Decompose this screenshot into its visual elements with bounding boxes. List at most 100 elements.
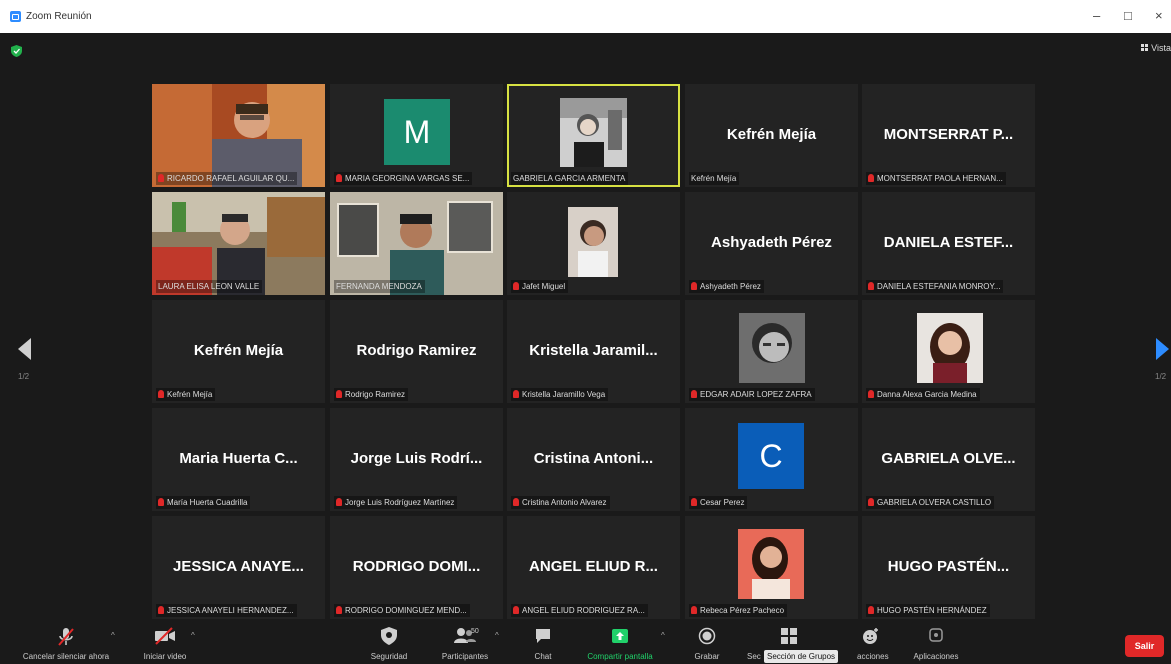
unmute-label: Cancelar silenciar ahora xyxy=(22,652,110,661)
participant-display-name: Cristina Antoni... xyxy=(533,450,654,467)
view-button-label: Vista xyxy=(1151,43,1171,53)
participant-display-name: Jorge Luis Rodrí... xyxy=(350,450,483,467)
page-indicator-right: 1/2 xyxy=(1155,372,1167,381)
participant-tile[interactable]: FERNANDA MENDOZA xyxy=(330,192,503,295)
participant-name: Ashyadeth Pérez xyxy=(700,282,761,291)
participant-tile[interactable]: Cristina Antoni... Cristina Antonio Alva… xyxy=(507,408,680,511)
participant-tile-active-speaker[interactable]: GABRIELA GARCIA ARMENTA xyxy=(507,84,680,187)
participant-tile[interactable]: HUGO PASTÉN... HUGO PASTÉN HERNÁNDEZ xyxy=(862,516,1035,619)
leave-meeting-button[interactable]: Salir xyxy=(1125,635,1164,657)
participant-tile[interactable]: Kefrén Mejía Kefrén Mejía xyxy=(685,84,858,187)
title-bar: Zoom Reunión – □ × xyxy=(0,0,1171,33)
participant-name: Jafet Miguel xyxy=(522,282,566,291)
participant-profile-photo xyxy=(738,529,804,599)
muted-mic-icon xyxy=(691,498,697,506)
participant-tile[interactable]: MONTSERRAT P... MONTSERRAT PAOLA HERNAN.… xyxy=(862,84,1035,187)
breakout-rooms-button[interactable] xyxy=(779,627,799,650)
share-screen-icon xyxy=(612,629,628,643)
next-page-arrow-icon[interactable] xyxy=(1156,338,1170,360)
breakout-rooms-label: Sec xyxy=(747,652,761,661)
window-title: Zoom Reunión xyxy=(26,11,92,22)
participant-name: Kristella Jaramillo Vega xyxy=(522,390,606,399)
muted-microphone-icon xyxy=(58,628,74,646)
participant-name: HUGO PASTÉN HERNÁNDEZ xyxy=(877,606,987,615)
muted-mic-icon xyxy=(868,174,874,182)
participant-tile[interactable]: Jorge Luis Rodrí... Jorge Luis Rodríguez… xyxy=(330,408,503,511)
muted-mic-icon xyxy=(158,390,164,398)
video-options-caret-icon[interactable]: ^ xyxy=(191,631,195,640)
participant-tile[interactable]: Danna Alexa Garcia Medina xyxy=(862,300,1035,403)
reactions-button[interactable] xyxy=(861,627,881,650)
start-video-button[interactable]: Iniciar video xyxy=(144,627,186,661)
participant-tile[interactable]: GABRIELA OLVE... GABRIELA OLVERA CASTILL… xyxy=(862,408,1035,511)
participant-name: GABRIELA OLVERA CASTILLO xyxy=(877,498,992,507)
view-button[interactable]: Vista xyxy=(1140,43,1171,53)
reactions-smiley-icon xyxy=(863,628,878,644)
participant-profile-photo xyxy=(739,313,805,383)
participant-tile[interactable]: Kristella Jaramil... Kristella Jaramillo… xyxy=(507,300,680,403)
participant-display-name: GABRIELA OLVE... xyxy=(881,450,1016,467)
participant-tile[interactable]: LAURA ELISA LEON VALLE xyxy=(152,192,325,295)
participants-options-caret-icon[interactable]: ^ xyxy=(495,631,499,640)
minimize-button[interactable]: – xyxy=(1093,8,1100,23)
muted-mic-icon xyxy=(513,282,519,290)
apps-icon xyxy=(929,628,943,642)
participant-name: Kefrén Mejía xyxy=(691,174,737,183)
participant-tile[interactable]: Kefrén Mejía Kefrén Mejía xyxy=(152,300,325,403)
participant-tile[interactable]: Maria Huerta C... María Huerta Cuadrilla xyxy=(152,408,325,511)
participant-tile[interactable]: JESSICA ANAYE... JESSICA ANAYELI HERNAND… xyxy=(152,516,325,619)
participant-name: Rebeca Pérez Pacheco xyxy=(700,606,785,615)
share-screen-button[interactable]: Compartir pantalla xyxy=(587,627,653,661)
participant-name: María Huerta Cuadrilla xyxy=(167,498,248,507)
participants-label: Participantes xyxy=(441,652,489,661)
reactions-label: acciones xyxy=(857,652,889,661)
muted-mic-icon xyxy=(691,606,697,614)
muted-mic-icon xyxy=(336,174,342,182)
participant-name: MONTSERRAT PAOLA HERNAN... xyxy=(877,174,1003,183)
participant-display-name: HUGO PASTÉN... xyxy=(887,558,1010,575)
participant-tile[interactable]: Jafet Miguel xyxy=(507,192,680,295)
participant-tile[interactable]: RICARDO RAFAEL AGUILAR QU... xyxy=(152,84,325,187)
participant-tile[interactable]: EDGAR ADAIR LOPEZ ZAFRA xyxy=(685,300,858,403)
previous-page-arrow-icon[interactable] xyxy=(18,338,32,360)
participant-profile-photo xyxy=(560,98,627,167)
participant-tile[interactable]: RODRIGO DOMI... RODRIGO DOMINGUEZ MEND..… xyxy=(330,516,503,619)
participant-tile[interactable]: Rodrigo Ramirez Rodrigo Ramirez xyxy=(330,300,503,403)
participant-tile[interactable]: M MARIA GEORGINA VARGAS SE... xyxy=(330,84,503,187)
participant-tile[interactable]: DANIELA ESTEF... DANIELA ESTEFANIA MONRO… xyxy=(862,192,1035,295)
participant-display-name: Kefrén Mejía xyxy=(726,126,817,143)
chat-bubble-icon xyxy=(536,629,550,643)
record-icon xyxy=(698,627,716,645)
participant-name: Cesar Perez xyxy=(700,498,745,507)
participant-name: LAURA ELISA LEON VALLE xyxy=(158,282,260,291)
security-button[interactable]: Seguridad xyxy=(371,627,407,661)
participant-initial-avatar: M xyxy=(384,99,450,165)
encryption-shield-icon[interactable] xyxy=(11,45,22,57)
record-button[interactable]: Grabar xyxy=(695,627,719,661)
participants-button[interactable]: 50 Participantes xyxy=(442,627,488,661)
muted-mic-icon xyxy=(336,390,342,398)
apps-button[interactable]: Aplicaciones xyxy=(914,627,958,661)
participant-profile-photo xyxy=(568,207,618,277)
participant-tile[interactable]: C Cesar Perez xyxy=(685,408,858,511)
audio-options-caret-icon[interactable]: ^ xyxy=(111,631,115,640)
participant-display-name: Kristella Jaramil... xyxy=(529,342,658,359)
participant-tile[interactable]: Rebeca Pérez Pacheco xyxy=(685,516,858,619)
muted-mic-icon xyxy=(691,390,697,398)
share-options-caret-icon[interactable]: ^ xyxy=(661,631,665,640)
participant-display-name: Maria Huerta C... xyxy=(179,450,298,467)
muted-mic-icon xyxy=(868,498,874,506)
unmute-button[interactable]: Cancelar silenciar ahora xyxy=(23,627,109,661)
maximize-button[interactable]: □ xyxy=(1124,8,1132,23)
participant-tile[interactable]: ANGEL ELIUD R... ANGEL ELIUD RODRIGUEZ R… xyxy=(507,516,680,619)
page-indicator-left: 1/2 xyxy=(18,372,30,381)
participant-tile[interactable]: Ashyadeth Pérez Ashyadeth Pérez xyxy=(685,192,858,295)
start-video-label: Iniciar video xyxy=(143,652,187,661)
close-button[interactable]: × xyxy=(1155,8,1163,23)
chat-button[interactable]: Chat xyxy=(533,627,553,661)
participant-name: MARIA GEORGINA VARGAS SE... xyxy=(345,174,470,183)
share-screen-label: Compartir pantalla xyxy=(587,652,653,661)
grid-view-icon xyxy=(1140,44,1148,51)
muted-mic-icon xyxy=(513,390,519,398)
participant-name: RICARDO RAFAEL AGUILAR QU... xyxy=(167,174,295,183)
